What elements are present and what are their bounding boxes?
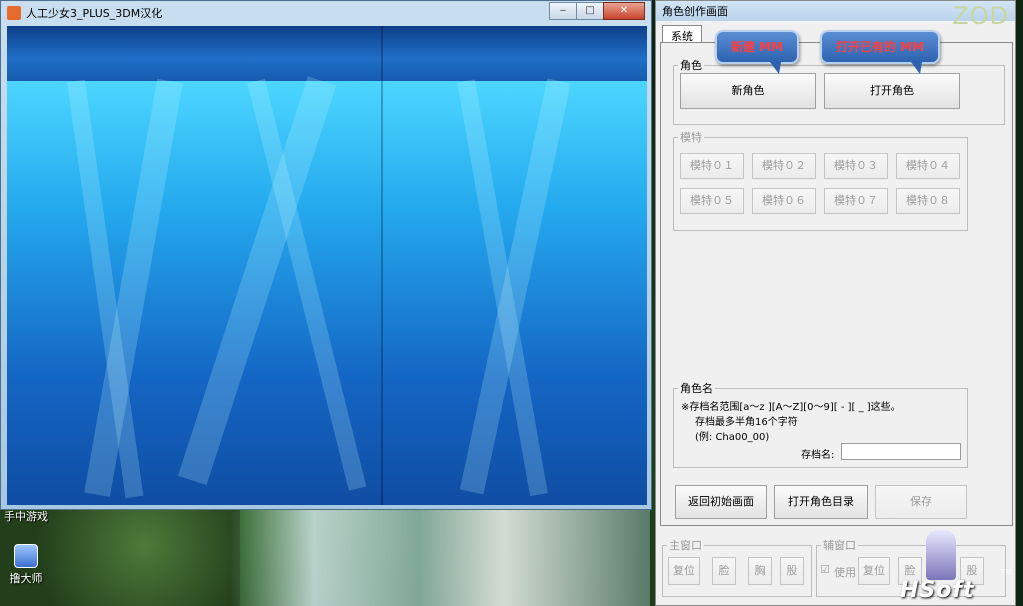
back-to-start-button[interactable]: 返回初始画面 — [675, 485, 767, 519]
model-button-08[interactable]: 模特０８ — [896, 188, 960, 214]
model-button-03[interactable]: 模特０３ — [824, 153, 888, 179]
model-group-legend: 模特 — [680, 131, 702, 144]
view-split-divider — [381, 26, 383, 505]
model-button-06[interactable]: 模特０６ — [752, 188, 816, 214]
name-example: (例: Cha00_00) — [695, 432, 770, 443]
save-button[interactable]: 保存 — [875, 485, 967, 519]
logo-brand: HSoft — [900, 578, 975, 603]
save-name-label: 存档名: — [801, 450, 835, 461]
mascot-icon — [926, 530, 956, 580]
main-reset-button[interactable]: 复位 — [668, 557, 700, 585]
new-character-button[interactable]: 新角色 — [680, 73, 816, 109]
system-tab-body: 角色 新角色 打开角色 模特 模特０１ 模特０２ 模特０３ 模特０４ 模特０５ … — [660, 42, 1013, 526]
maximize-button[interactable]: □ — [576, 2, 604, 20]
zod-watermark: ZOD — [952, 2, 1009, 30]
main-window-legend: 主窗口 — [669, 539, 702, 552]
window-controls: ‒ □ ✕ — [549, 2, 645, 20]
main-face-button[interactable]: 脸 — [712, 557, 736, 585]
desktop-waterfall — [230, 500, 650, 606]
name-rule-line1: ※存档名范围[a～z ][A～Z][0～9][ - ][ _ ]这些。 — [681, 402, 901, 413]
game-viewport[interactable] — [7, 26, 647, 505]
ludashi-icon — [14, 544, 38, 568]
role-group-legend: 角色 — [680, 59, 702, 72]
open-character-folder-button[interactable]: 打开角色目录 — [774, 485, 868, 519]
sub-use-label: 使用 — [834, 566, 856, 579]
model-button-07[interactable]: 模特０７ — [824, 188, 888, 214]
app-icon — [7, 6, 21, 20]
save-name-input[interactable] — [841, 443, 961, 460]
main-chest-button[interactable]: 胸 — [748, 557, 772, 585]
model-button-04[interactable]: 模特０４ — [896, 153, 960, 179]
character-creation-panel: 角色创作画面 ZOD 系统 角色 新角色 打开角色 模特 模特０１ 模特０２ 模… — [655, 0, 1016, 606]
model-group: 模特 — [673, 129, 968, 231]
water-surface — [7, 26, 647, 81]
sub-use-checkbox[interactable]: ☑ — [820, 563, 830, 576]
logo-tm: TM — [1000, 568, 1012, 577]
sub-window-legend: 辅窗口 — [823, 539, 856, 552]
name-rule-line2: 存档最多半角16个字符 — [695, 417, 798, 428]
name-group-legend: 角色名 — [680, 382, 713, 395]
close-button[interactable]: ✕ — [603, 2, 645, 20]
hsoft-logo: HSoft TM — [896, 530, 1016, 606]
model-button-01[interactable]: 模特０１ — [680, 153, 744, 179]
minimize-button[interactable]: ‒ — [549, 2, 577, 20]
sub-reset-button[interactable]: 复位 — [858, 557, 890, 585]
game-window: 人工少女3_PLUS_3DM汉化 ‒ □ ✕ — [0, 0, 652, 510]
game-window-title: 人工少女3_PLUS_3DM汉化 — [26, 7, 163, 20]
desktop-icon-ludashi[interactable]: 撸大师 — [6, 544, 46, 586]
desktop-partial-label: 手中游戏 — [4, 510, 48, 523]
desktop-icon-label: 撸大师 — [9, 572, 43, 585]
new-mm-callout: 新建 MM — [715, 30, 800, 74]
open-mm-callout: 打开已有的 MM — [820, 30, 941, 74]
open-character-button[interactable]: 打开角色 — [824, 73, 960, 109]
model-button-05[interactable]: 模特０５ — [680, 188, 744, 214]
main-leg-button[interactable]: 股 — [780, 557, 804, 585]
model-button-02[interactable]: 模特０２ — [752, 153, 816, 179]
